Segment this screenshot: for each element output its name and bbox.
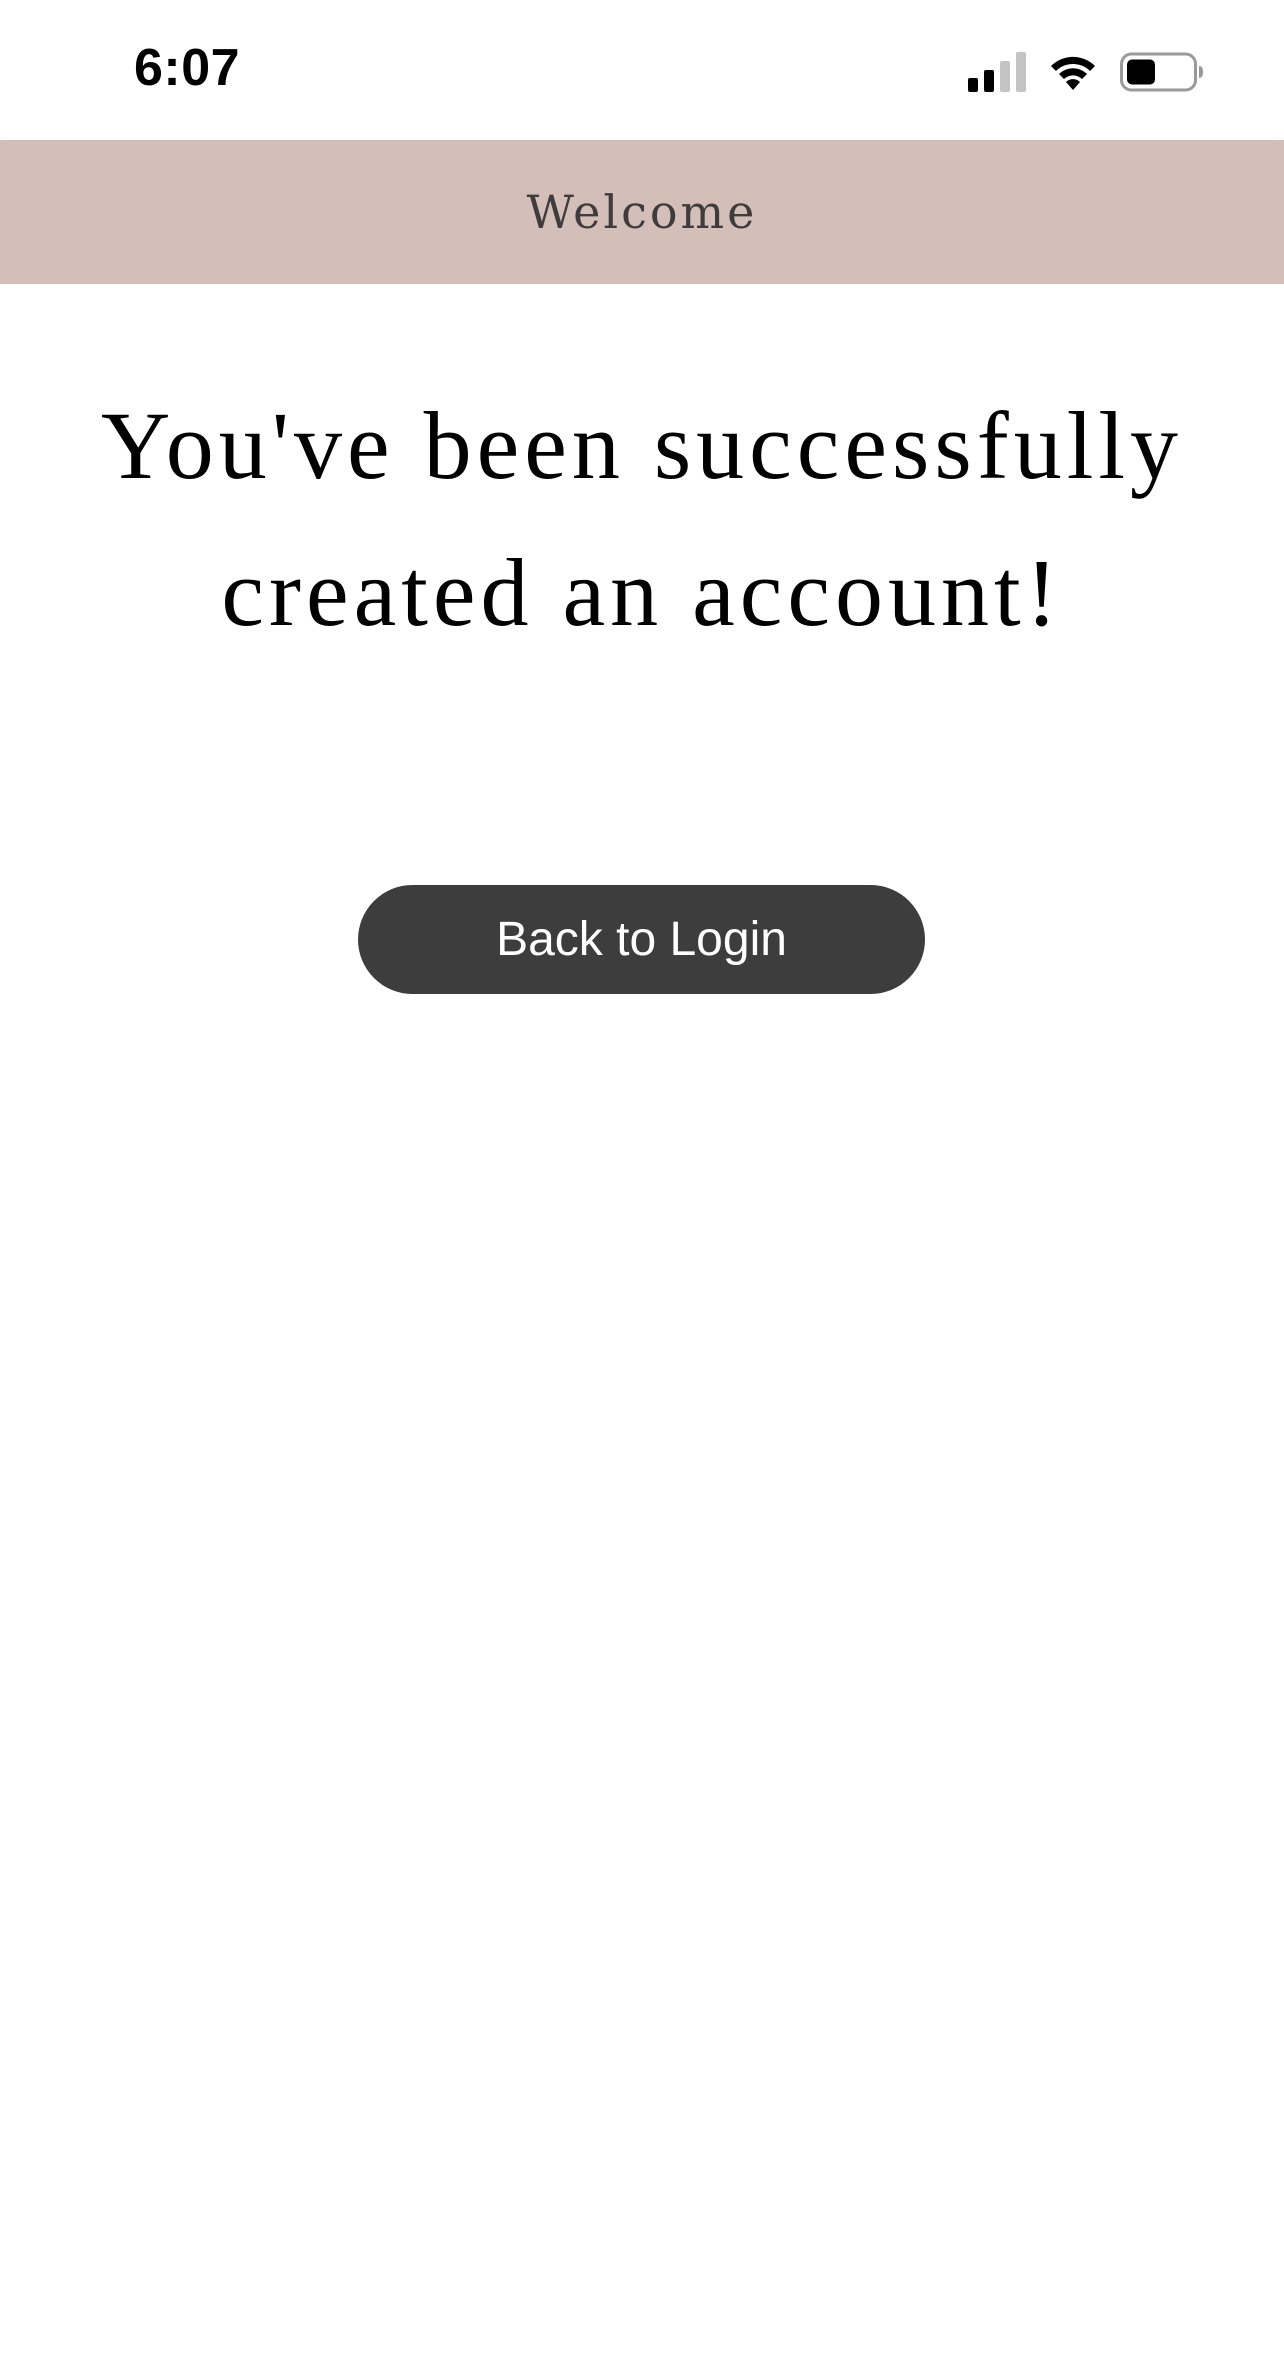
battery-fill <box>1127 59 1155 85</box>
status-time: 6:07 <box>134 39 241 97</box>
status-icons <box>968 48 1204 96</box>
page-title: Welcome <box>526 185 758 239</box>
cellular-signal-icon <box>968 52 1026 92</box>
app-header: Welcome <box>0 140 1284 284</box>
main-content: You've been successfully created an acco… <box>0 284 1284 2374</box>
wifi-icon <box>1046 52 1100 92</box>
back-to-login-button[interactable]: Back to Login <box>358 885 925 994</box>
battery-icon <box>1120 52 1204 92</box>
success-message: You've been successfully created an acco… <box>100 392 1184 646</box>
status-bar: 6:07 <box>0 0 1284 140</box>
